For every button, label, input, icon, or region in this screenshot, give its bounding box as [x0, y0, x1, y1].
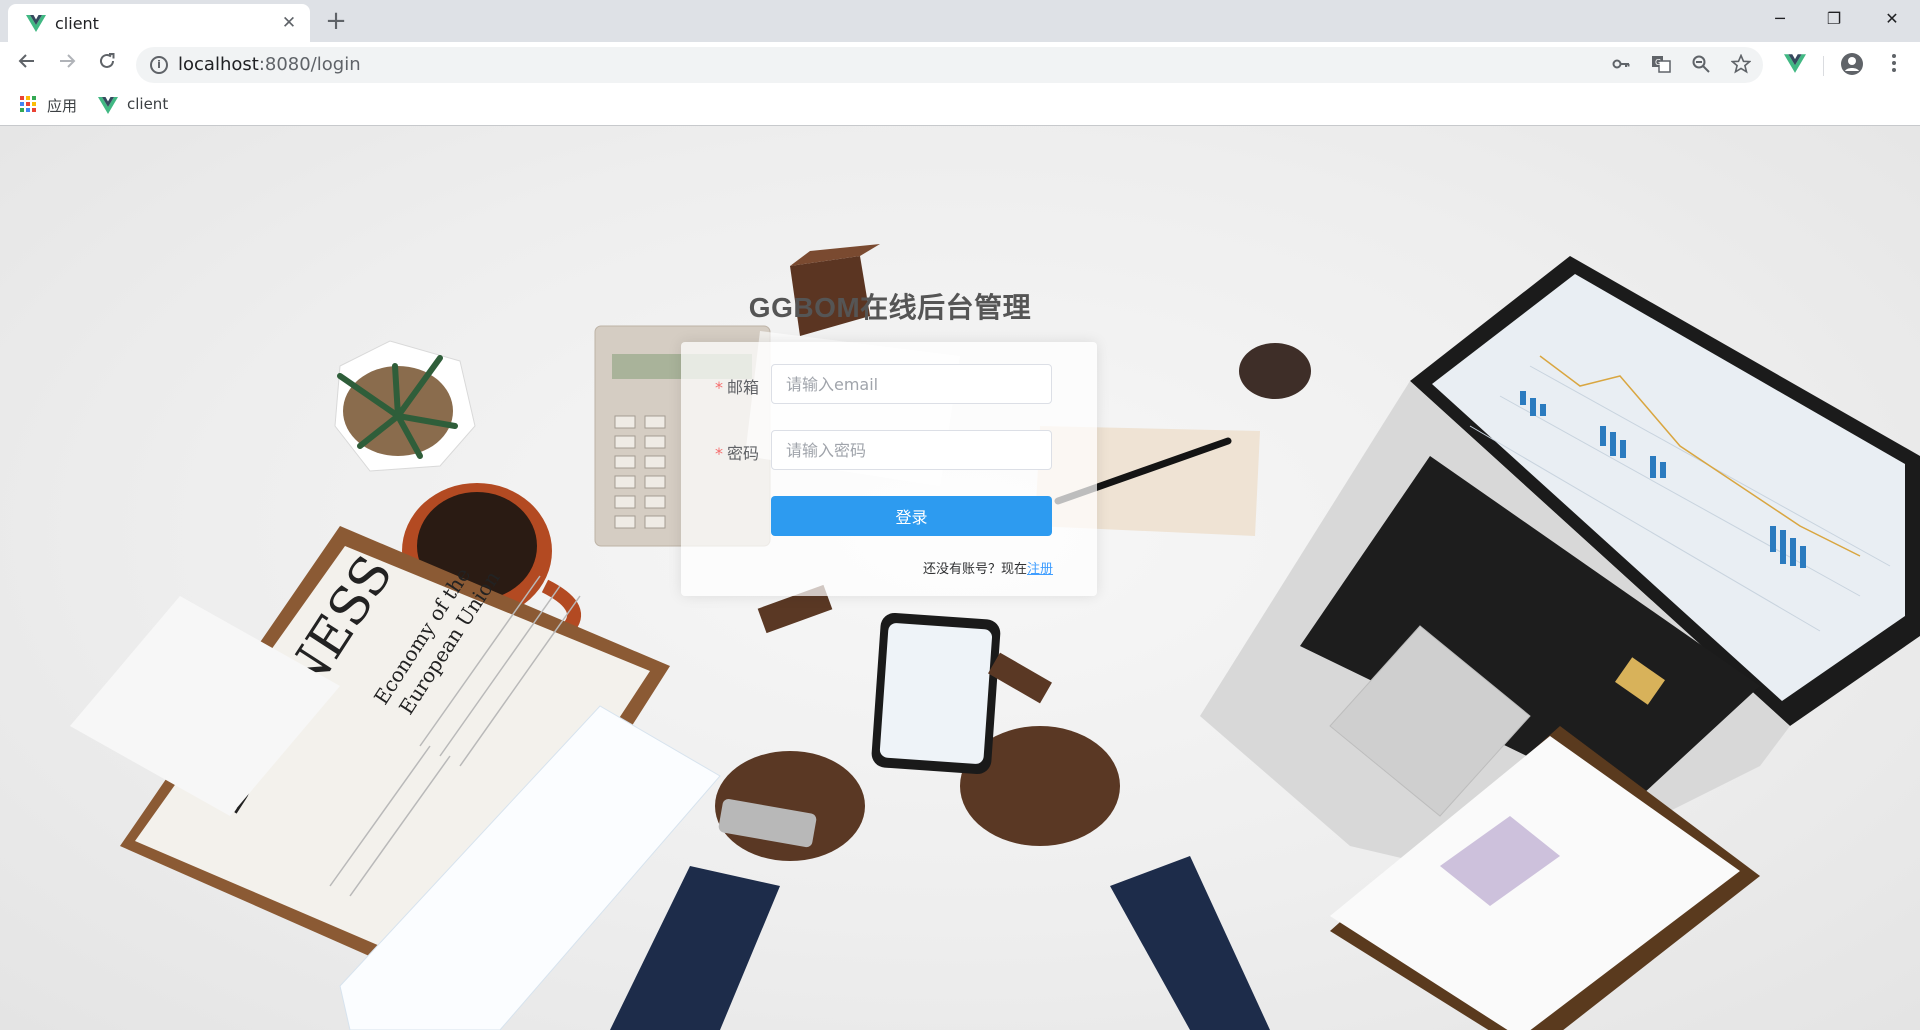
address-bar[interactable]: i localhost:8080/login G — [136, 47, 1763, 83]
toolbar-divider — [1823, 56, 1824, 76]
login-button[interactable]: 登录 — [771, 496, 1052, 536]
email-form-row: * 邮箱 — [681, 364, 1097, 404]
forward-icon[interactable] — [52, 50, 82, 80]
zoom-out-icon[interactable] — [1689, 54, 1713, 78]
email-input[interactable] — [771, 364, 1052, 404]
back-icon[interactable] — [12, 50, 42, 80]
email-label: * 邮箱 — [681, 374, 759, 398]
register-tip: 还没有账号？现在注册 — [923, 558, 1053, 577]
menu-icon[interactable] — [1881, 52, 1907, 78]
star-icon[interactable] — [1729, 53, 1753, 78]
minimize-button[interactable]: ─ — [1752, 0, 1808, 38]
browser-tab-strip: client ✕ + ─ ❐ ✕ — [0, 0, 1920, 42]
bookmark-client[interactable]: client — [127, 95, 168, 113]
reload-icon[interactable] — [92, 50, 122, 80]
hands-phone-image — [610, 584, 1270, 1030]
password-form-row: * 密码 — [681, 430, 1097, 470]
password-label: * 密码 — [681, 440, 759, 464]
tab-close-icon[interactable]: ✕ — [278, 12, 300, 34]
browser-toolbar: i localhost:8080/login G — [0, 42, 1920, 87]
translate-icon[interactable]: G — [1649, 54, 1673, 78]
url-text[interactable]: localhost:8080/login — [178, 54, 361, 75]
stone-image — [1239, 343, 1311, 399]
email-label-text: 邮箱 — [726, 378, 759, 397]
required-mark: * — [714, 378, 723, 397]
register-prompt: 还没有账号？现在 — [922, 562, 1027, 577]
login-form-card: *邮箱 *密码 登录 还没有账号？现在注册 — [681, 342, 1097, 596]
restore-button[interactable]: ❐ — [1806, 0, 1862, 38]
required-mark: * — [714, 444, 723, 463]
vue-devtools-icon[interactable] — [1782, 52, 1808, 78]
password-label-text: 密码 — [726, 444, 759, 463]
vue-logo-icon — [98, 97, 118, 114]
new-tab-button[interactable]: + — [322, 7, 350, 35]
bookmarks-bar — [0, 87, 1920, 126]
info-icon[interactable]: i — [150, 56, 168, 74]
bookmark-apps[interactable]: 应用 — [47, 95, 77, 116]
svg-text:G: G — [1655, 58, 1661, 67]
close-window-button[interactable]: ✕ — [1864, 0, 1920, 38]
succulent-plant-image — [334, 340, 476, 472]
browser-tab[interactable]: client ✕ — [8, 4, 310, 42]
apps-grid-icon[interactable] — [20, 96, 37, 113]
login-page: BUSINESS Economy of the European Union G… — [0, 126, 1920, 1030]
tab-title: client — [55, 14, 99, 33]
account-icon[interactable] — [1839, 52, 1865, 78]
key-icon[interactable] — [1609, 54, 1633, 78]
page-title: GGBOM在线后台管理 — [748, 292, 1032, 323]
password-input[interactable] — [771, 430, 1052, 470]
register-link[interactable]: 注册 — [1027, 562, 1053, 577]
vue-logo-icon — [26, 15, 46, 32]
